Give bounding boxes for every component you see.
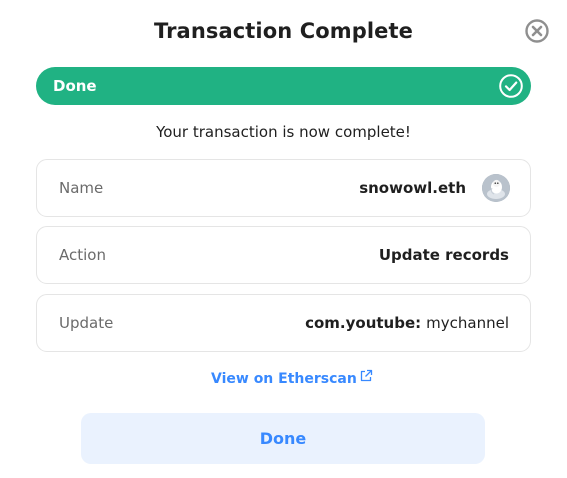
update-label: Update bbox=[59, 314, 114, 332]
update-separator: : bbox=[415, 314, 422, 332]
status-label: Done bbox=[53, 77, 97, 95]
close-button[interactable] bbox=[524, 18, 550, 44]
name-value-group: snowowl.eth bbox=[359, 174, 510, 202]
view-on-etherscan-link[interactable]: View on Etherscan bbox=[211, 369, 373, 387]
avatar bbox=[482, 174, 510, 202]
name-label: Name bbox=[59, 179, 104, 197]
action-label: Action bbox=[59, 246, 106, 264]
detail-row-action: Action Update records bbox=[36, 226, 531, 284]
dialog-title: Transaction Complete bbox=[153, 19, 413, 43]
action-value: Update records bbox=[378, 246, 509, 264]
check-circle-icon bbox=[498, 73, 524, 99]
name-value: snowowl.eth bbox=[359, 179, 466, 197]
update-record-key: com.youtube bbox=[305, 314, 416, 332]
status-bar: Done bbox=[36, 67, 531, 105]
update-value-group: com.youtube: mychannel bbox=[305, 314, 509, 332]
transaction-complete-dialog: Transaction Complete Done Your transacti… bbox=[0, 0, 567, 478]
close-circle-icon bbox=[524, 18, 550, 44]
completion-message: Your transaction is now complete! bbox=[156, 123, 411, 141]
done-button[interactable]: Done bbox=[81, 413, 485, 464]
external-link-icon bbox=[359, 369, 373, 383]
etherscan-link-label: View on Etherscan bbox=[211, 371, 357, 387]
detail-row-name: Name snowowl.eth bbox=[36, 159, 531, 217]
update-record-value: mychannel bbox=[426, 314, 509, 332]
detail-row-update: Update com.youtube: mychannel bbox=[36, 294, 531, 352]
